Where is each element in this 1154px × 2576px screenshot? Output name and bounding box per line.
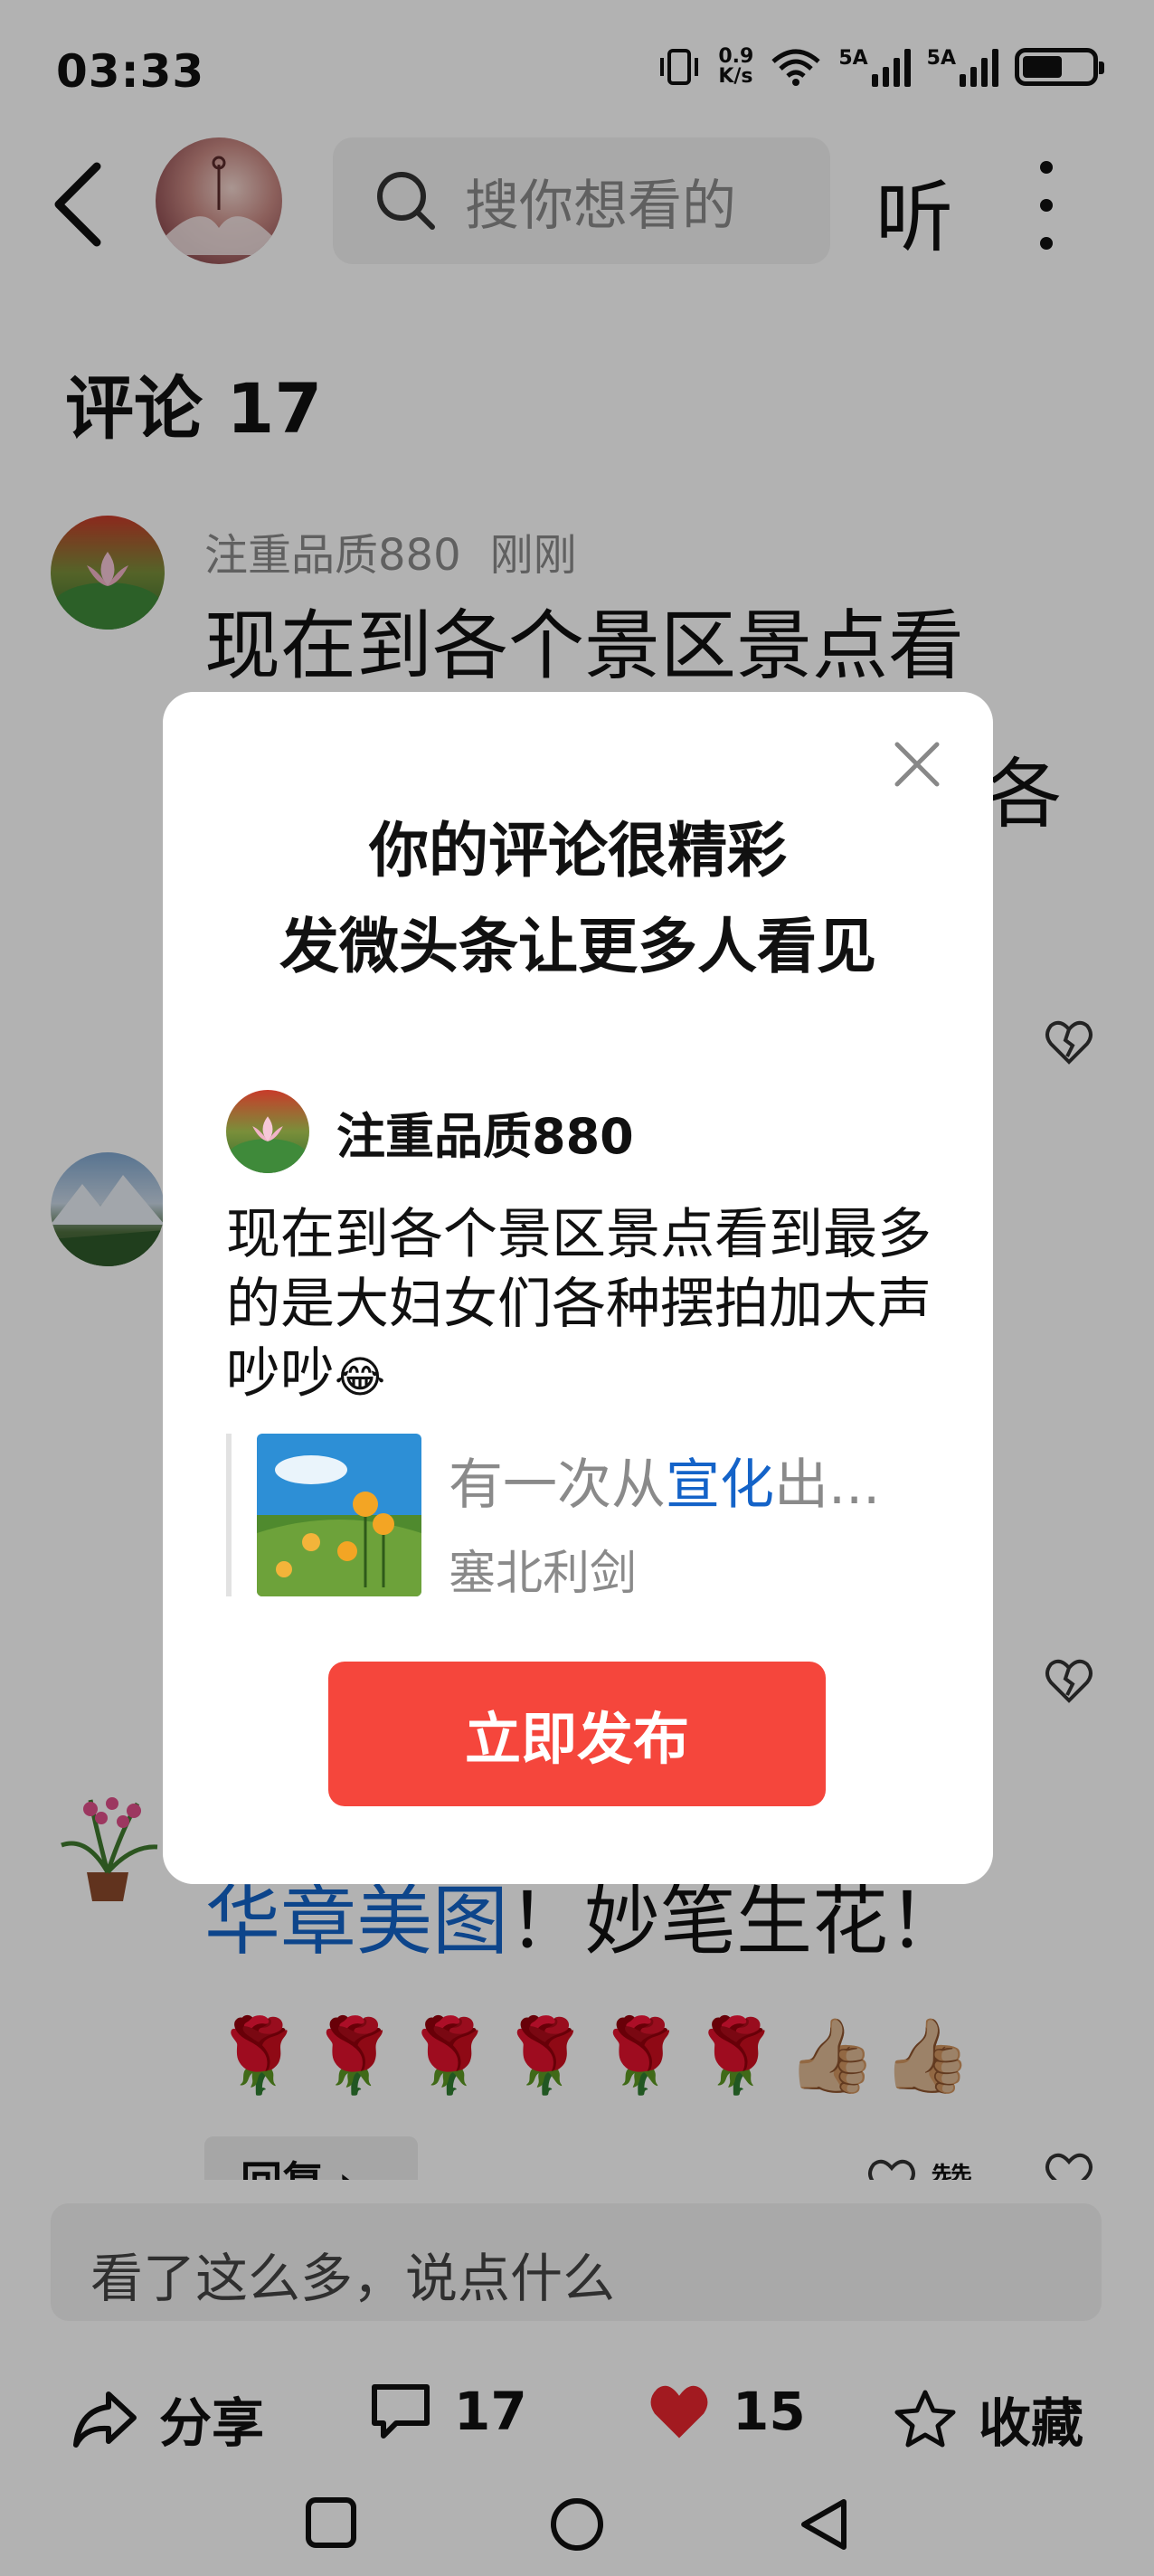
dialog-username: 注重品质880 [336,1107,634,1165]
quote-divider [226,1434,232,1596]
dialog-user: 注重品质880 [226,1090,634,1173]
quote-title-suffix: 出... [774,1454,881,1517]
quote-title[interactable]: 有一次从宣化出... [449,1441,880,1520]
user-avatar [226,1090,309,1173]
quote-thumbnail [257,1434,421,1596]
publish-button[interactable]: 立即发布 [328,1662,826,1806]
quote-author: 塞北利剑 [449,1547,638,1601]
dialog-comment-text: 现在到各个景区景点看到最多的是大妇女们各种摆拍加大声吵吵 [226,1203,932,1406]
close-icon[interactable] [892,739,942,790]
quote-title-prefix: 有一次从 [449,1454,666,1517]
flower-field-image [257,1434,421,1596]
dialog-title-line1: 你的评论很精彩 [369,816,787,886]
dialog-comment-emoji: 😂 [335,1351,386,1403]
lotus-image [228,1116,307,1173]
quote-title-highlight: 宣化 [666,1454,774,1517]
dialog-title-line2: 发微头条让更多人看见 [279,912,876,981]
dialog-comment: 现在到各个景区景点看到最多的是大妇女们各种摆拍加大声吵吵😂 [226,1200,932,1408]
publish-prompt-dialog: 你的评论很精彩 发微头条让更多人看见 注重品质880 现在到各个景区景点看到最多… [163,692,993,1884]
